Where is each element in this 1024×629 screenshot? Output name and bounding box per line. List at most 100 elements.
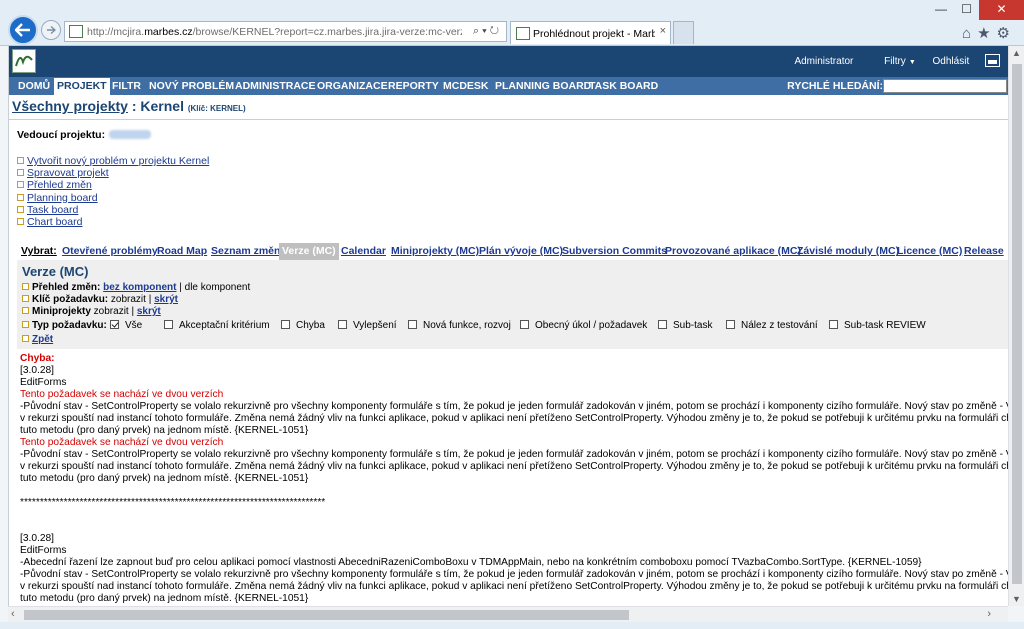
maximize-button[interactable]: ☐	[954, 0, 979, 20]
vertical-scrollbar[interactable]: ▲ ▼	[1008, 46, 1024, 606]
menu-mcdesk[interactable]: MCDESK	[443, 80, 489, 92]
type-checkbox[interactable]: Vylepšení	[338, 320, 397, 331]
search-refresh-icon[interactable]: ⌕▾↻	[473, 25, 502, 38]
panel-title: Verze (MC)	[22, 264, 89, 279]
type-checkbox[interactable]: Obecný úkol / požadavek	[520, 320, 647, 331]
checkbox-icon	[281, 320, 290, 329]
scroll-thumb[interactable]	[1012, 64, 1022, 584]
type-checkbox[interactable]: Chyba	[281, 320, 325, 331]
planning-board-link[interactable]: Planning board	[27, 192, 98, 204]
without-components-link[interactable]: bez komponent	[103, 282, 176, 293]
bullet-icon	[17, 157, 24, 164]
user-link[interactable]: Administrator	[794, 56, 853, 67]
tab-miniprojects[interactable]: Miniprojekty (MC)	[391, 245, 479, 257]
print-icon[interactable]	[985, 54, 1000, 67]
create-issue-link[interactable]: Vytvořit nový problém v projektu Kernel	[27, 155, 209, 167]
issue-type-row: Typ požadavku: Vše Akceptační kritérium …	[22, 320, 1007, 334]
tab-release[interactable]: Release	[964, 245, 1004, 257]
version-label: [3.0.28]	[20, 533, 54, 544]
type-checkbox[interactable]: Sub-task	[658, 320, 712, 331]
minimize-button[interactable]: —	[928, 0, 954, 20]
menu-filter[interactable]: FILTR	[112, 80, 141, 92]
main-menu: DOMŮ PROJEKT FILTR NOVÝ PROBLÉM ADMINIST…	[9, 77, 1008, 95]
menu-organization[interactable]: ORGANIZACE	[317, 80, 388, 92]
menu-task-board[interactable]: TASK BOARD	[589, 80, 658, 92]
tab-dependent-modules[interactable]: Závislé moduly (MC)	[797, 245, 899, 257]
filters-menu[interactable]: Filtry ▼	[870, 56, 916, 67]
close-window-button[interactable]: ✕	[979, 0, 1024, 20]
all-projects-link[interactable]: Všechny projekty	[12, 98, 128, 114]
site-favicon-icon	[69, 25, 83, 38]
jira-logo-icon[interactable]	[12, 49, 36, 73]
logout-link[interactable]: Odhlásit	[933, 56, 970, 67]
type-checkbox[interactable]: Nová funkce, rozvoj	[408, 320, 511, 331]
checkbox-icon	[726, 320, 735, 329]
bullet-icon	[22, 321, 29, 328]
jira-header: Administrator Filtry ▼ Odhlásit	[9, 46, 1008, 77]
version-report: Chyba: [3.0.28] EditForms Tento požadave…	[20, 353, 1008, 605]
bullet-icon	[17, 217, 24, 225]
tab-development-plan[interactable]: Plán vývoje (MC)	[479, 245, 563, 257]
quick-search-input[interactable]	[883, 79, 1007, 93]
change-text: v rekurzi spouští nad instancí tohoto fo…	[20, 413, 1008, 424]
tab-close-icon[interactable]: ×	[660, 25, 666, 37]
tab-operated-apps[interactable]: Provozované aplikace (MC)	[665, 245, 801, 257]
page-title: Všechny projekty : Kernel (Klíč: KERNEL)	[12, 98, 246, 114]
by-components-text: | dle komponent	[176, 282, 251, 293]
changes-overview-link[interactable]: Přehled změn	[27, 179, 92, 191]
menu-reports[interactable]: REPORTY	[388, 80, 439, 92]
forward-button[interactable]	[41, 20, 61, 40]
tab-subversion-commits[interactable]: Subversion Commits	[562, 245, 667, 257]
type-checkbox[interactable]: Sub-task REVIEW	[829, 320, 926, 331]
report-panel: Verze (MC) Přehled změn: bez komponent |…	[17, 260, 1008, 349]
back-button[interactable]	[8, 15, 38, 45]
checkbox-icon	[829, 320, 838, 329]
horizontal-scrollbar[interactable]: ‹ ›	[8, 606, 1008, 622]
scroll-left-icon[interactable]: ‹	[11, 608, 15, 620]
quick-search-label: RYCHLÉ HLEDÁNÍ:	[787, 80, 883, 92]
new-tab-button[interactable]	[673, 21, 694, 44]
manage-project-link[interactable]: Spravovat projekt	[27, 167, 109, 179]
tab-road-map[interactable]: Road Map	[157, 245, 207, 257]
browser-chrome: http://mcjira.marbes.cz/browse/KERNEL?re…	[0, 0, 1024, 46]
bullet-icon	[22, 335, 29, 342]
tab-open-issues[interactable]: Otevřené problémy	[62, 245, 158, 257]
scroll-up-icon[interactable]: ▲	[1012, 48, 1021, 58]
menu-administration[interactable]: ADMINISTRACE	[235, 80, 316, 92]
menu-new-issue[interactable]: NOVÝ PROBLÉM	[149, 80, 234, 92]
tab-licence[interactable]: Licence (MC)	[897, 245, 962, 257]
project-name: Kernel	[140, 98, 184, 114]
type-checkbox[interactable]: Nález z testování	[726, 320, 818, 331]
back-link[interactable]: Zpět	[32, 334, 53, 345]
menu-planning-board[interactable]: PLANNING BOARD	[495, 80, 591, 92]
bullet-icon	[17, 193, 24, 201]
home-favorites-settings-icon[interactable]: ⌂★⚙	[962, 24, 1016, 42]
change-text: -Původní stav - SetControlProperty se vo…	[20, 449, 1008, 460]
duplicate-warning: Tento požadavek se nachází ve dvou verzí…	[20, 437, 224, 448]
checkbox-icon	[520, 320, 529, 329]
task-board-link[interactable]: Task board	[27, 204, 78, 216]
version-label: [3.0.28]	[20, 365, 54, 376]
chart-board-link[interactable]: Chart board	[27, 216, 82, 228]
menu-home[interactable]: DOMŮ	[18, 80, 50, 92]
miniprojects-row: Miniprojekty zobrazit | skrýt	[22, 306, 161, 317]
tab-calendar[interactable]: Calendar	[341, 245, 386, 257]
divider	[9, 119, 1008, 120]
scroll-thumb[interactable]	[24, 610, 629, 620]
hide-miniprojects-link[interactable]: skrýt	[137, 306, 161, 317]
menu-project[interactable]: PROJEKT	[54, 78, 110, 95]
list-item: Task board	[17, 204, 209, 216]
hide-key-link[interactable]: skrýt	[154, 294, 178, 305]
tab-changelog[interactable]: Seznam změn	[211, 245, 280, 257]
address-url[interactable]: http://mcjira.marbes.cz/browse/KERNEL?re…	[87, 26, 462, 38]
scroll-down-icon[interactable]: ▼	[1012, 594, 1021, 604]
change-text: tuto metodu (pro daný prvek) na jednom m…	[20, 473, 309, 484]
type-checkbox[interactable]: Vše	[110, 320, 142, 331]
scroll-right-icon[interactable]: ›	[987, 608, 991, 620]
component-label: EditForms	[20, 545, 67, 556]
type-checkbox[interactable]: Akceptační kritérium	[164, 320, 270, 331]
browser-tab[interactable]: Prohlédnout projekt - Marb... ×	[510, 21, 671, 44]
address-bar[interactable]: http://mcjira.marbes.cz/browse/KERNEL?re…	[64, 21, 507, 42]
tab-versions-mc[interactable]: Verze (MC)	[279, 243, 339, 260]
window-frame	[0, 622, 1024, 629]
